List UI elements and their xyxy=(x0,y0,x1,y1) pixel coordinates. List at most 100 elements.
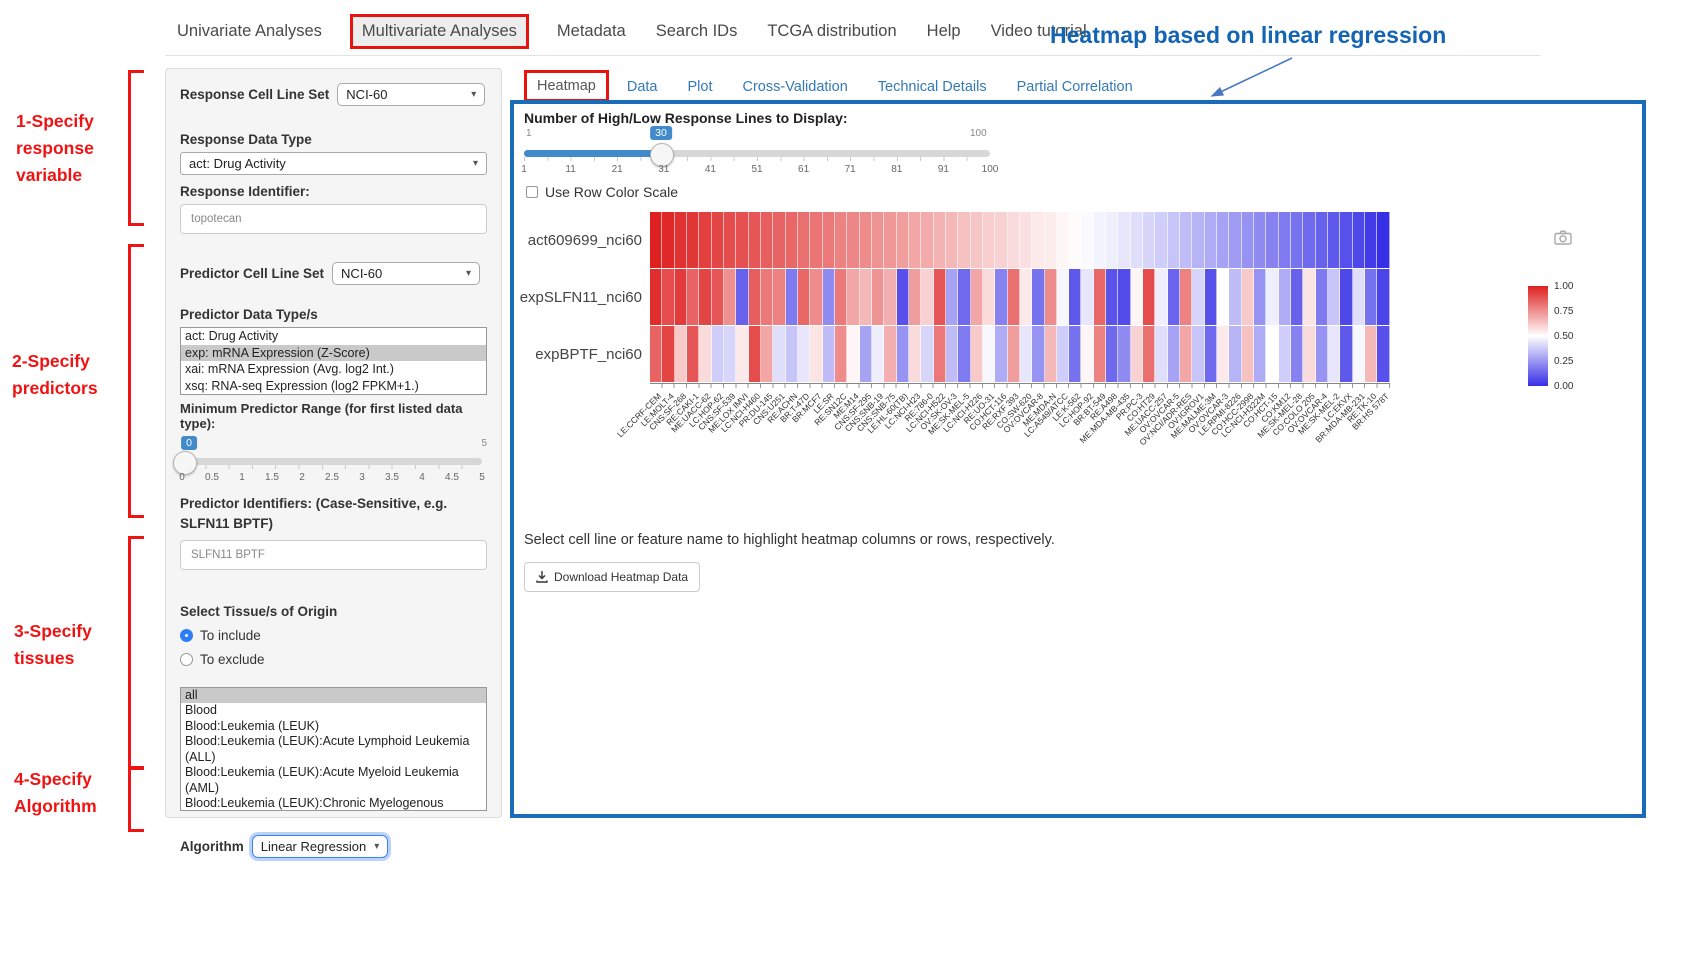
heatmap-cell[interactable] xyxy=(1254,326,1266,382)
heatmap-cell[interactable] xyxy=(823,269,835,325)
heatmap-cell[interactable] xyxy=(1353,269,1365,325)
predictor-data-types-listbox[interactable]: act: Drug Activityexp: mRNA Expression (… xyxy=(180,327,487,395)
heatmap-cell[interactable] xyxy=(675,212,687,268)
heatmap-grid[interactable] xyxy=(650,212,1390,383)
heatmap-cell[interactable] xyxy=(921,326,933,382)
heatmap-cell[interactable] xyxy=(909,326,921,382)
heatmap-cell[interactable] xyxy=(934,326,946,382)
heatmap-cell[interactable] xyxy=(1020,212,1032,268)
heatmap-cell[interactable] xyxy=(1340,269,1352,325)
tissue-listbox[interactable]: allBloodBlood:Leukemia (LEUK)Blood:Leuke… xyxy=(180,687,487,811)
heatmap-cell[interactable] xyxy=(773,212,785,268)
heatmap-cell[interactable] xyxy=(761,269,773,325)
heatmap-cell[interactable] xyxy=(872,326,884,382)
predictor-cell-line-set-select[interactable]: NCI-60▾ xyxy=(332,262,480,285)
heatmap-cell[interactable] xyxy=(749,269,761,325)
heatmap-cell[interactable] xyxy=(1180,326,1192,382)
heatmap-cell[interactable] xyxy=(1242,212,1254,268)
nav-item-metadata[interactable]: Metadata xyxy=(555,16,628,47)
heatmap-cell[interactable] xyxy=(1045,326,1057,382)
heatmap-cell[interactable] xyxy=(1069,212,1081,268)
heatmap-cell[interactable] xyxy=(1057,326,1069,382)
heatmap-cell[interactable] xyxy=(1057,269,1069,325)
heatmap-cell[interactable] xyxy=(761,212,773,268)
heatmap-cell[interactable] xyxy=(1229,326,1241,382)
tab-technical-details[interactable]: Technical Details xyxy=(866,72,999,102)
heatmap-cell[interactable] xyxy=(736,212,748,268)
tab-heatmap[interactable]: Heatmap xyxy=(524,70,609,102)
heatmap-cell[interactable] xyxy=(1081,212,1093,268)
heatmap-cell[interactable] xyxy=(1020,269,1032,325)
heatmap-cell[interactable] xyxy=(786,269,798,325)
heatmap-cell[interactable] xyxy=(1279,269,1291,325)
heatmap-cell[interactable] xyxy=(1045,212,1057,268)
heatmap-cell[interactable] xyxy=(1180,212,1192,268)
heatmap-cell[interactable] xyxy=(1217,212,1229,268)
tab-cross-validation[interactable]: Cross-Validation xyxy=(730,72,859,102)
heatmap-cell[interactable] xyxy=(724,269,736,325)
response-identifier-input[interactable] xyxy=(180,204,487,234)
heatmap-cell[interactable] xyxy=(860,269,872,325)
heatmap-cell[interactable] xyxy=(1205,326,1217,382)
heatmap-cell[interactable] xyxy=(724,326,736,382)
heatmap-cell[interactable] xyxy=(712,269,724,325)
heatmap-cell[interactable] xyxy=(1032,326,1044,382)
heatmap-cell[interactable] xyxy=(1192,326,1204,382)
download-heatmap-data-button[interactable]: Download Heatmap Data xyxy=(524,562,700,592)
nav-item-help[interactable]: Help xyxy=(925,16,963,47)
heatmap-cell[interactable] xyxy=(1180,269,1192,325)
heatmap-cell[interactable] xyxy=(1217,326,1229,382)
heatmap-cell[interactable] xyxy=(823,212,835,268)
heatmap-cell[interactable] xyxy=(810,269,822,325)
heatmap-cell[interactable] xyxy=(1242,269,1254,325)
predictor-identifiers-input[interactable] xyxy=(180,540,487,570)
row-color-scale-checkbox[interactable]: Use Row Color Scale xyxy=(526,184,678,200)
listbox-option[interactable]: exp: mRNA Expression (Z-Score) xyxy=(181,345,486,362)
listbox-option[interactable]: Blood xyxy=(181,703,486,719)
heatmap-cell[interactable] xyxy=(1328,326,1340,382)
heatmap-cell[interactable] xyxy=(1353,326,1365,382)
heatmap-cell[interactable] xyxy=(1316,326,1328,382)
heatmap-cell[interactable] xyxy=(712,326,724,382)
heatmap-cell[interactable] xyxy=(687,326,699,382)
response-data-type-select[interactable]: act: Drug Activity▾ xyxy=(180,152,487,175)
heatmap-cell[interactable] xyxy=(1192,212,1204,268)
heatmap-cell[interactable] xyxy=(958,269,970,325)
heatmap-cell[interactable] xyxy=(983,326,995,382)
heatmap-cell[interactable] xyxy=(1155,212,1167,268)
heatmap-cell[interactable] xyxy=(971,212,983,268)
heatmap-cell[interactable] xyxy=(699,326,711,382)
heatmap-cell[interactable] xyxy=(983,269,995,325)
heatmap-cell[interactable] xyxy=(699,269,711,325)
heatmap-cell[interactable] xyxy=(650,269,662,325)
heatmap-cell[interactable] xyxy=(1106,212,1118,268)
heatmap-cell[interactable] xyxy=(1192,269,1204,325)
heatmap-cell[interactable] xyxy=(1020,326,1032,382)
heatmap-cell[interactable] xyxy=(650,326,662,382)
heatmap-cell[interactable] xyxy=(749,212,761,268)
heatmap-cell[interactable] xyxy=(1008,212,1020,268)
heatmap-row-label[interactable]: act609699_nci60 xyxy=(514,232,642,249)
heatmap-cell[interactable] xyxy=(958,326,970,382)
heatmap-cell[interactable] xyxy=(1254,212,1266,268)
heatmap-cell[interactable] xyxy=(1106,269,1118,325)
nav-item-multivariate-analyses[interactable]: Multivariate Analyses xyxy=(350,14,529,49)
heatmap-cell[interactable] xyxy=(712,212,724,268)
heatmap-cell[interactable] xyxy=(662,269,674,325)
listbox-option[interactable]: act: Drug Activity xyxy=(181,328,486,345)
heatmap-cell[interactable] xyxy=(1032,212,1044,268)
heatmap-cell[interactable] xyxy=(1229,212,1241,268)
heatmap-cell[interactable] xyxy=(1365,269,1377,325)
algorithm-select[interactable]: Linear Regression▾ xyxy=(252,835,389,858)
heatmap-cell[interactable] xyxy=(1094,269,1106,325)
heatmap-cell[interactable] xyxy=(909,212,921,268)
heatmap-cell[interactable] xyxy=(724,212,736,268)
heatmap-cell[interactable] xyxy=(847,212,859,268)
heatmap-cell[interactable] xyxy=(835,212,847,268)
heatmap-cell[interactable] xyxy=(1069,326,1081,382)
heatmap-cell[interactable] xyxy=(909,269,921,325)
tissue-exclude-radio[interactable]: To exclude xyxy=(180,652,487,667)
camera-icon[interactable] xyxy=(1554,230,1572,245)
heatmap-cell[interactable] xyxy=(687,269,699,325)
heatmap-cell[interactable] xyxy=(1131,212,1143,268)
